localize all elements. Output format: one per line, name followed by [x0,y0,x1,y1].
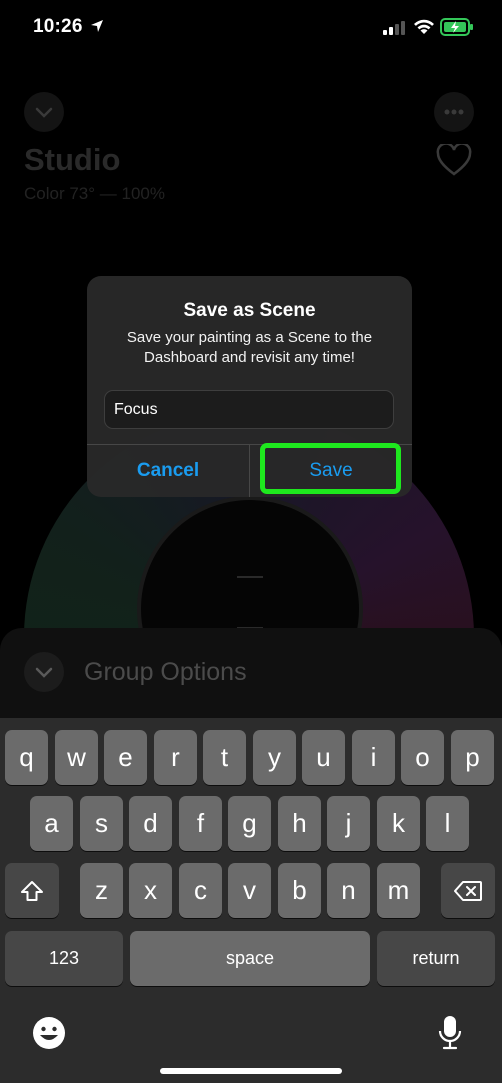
key-f[interactable]: f [179,796,222,851]
key-r[interactable]: r [154,730,197,785]
wifi-icon [414,19,434,34]
group-options-label: Group Options [84,658,247,686]
key-a[interactable]: a [30,796,73,851]
status-time: 10:26 [33,16,83,37]
dialog-title: Save as Scene [183,300,316,321]
location-arrow-icon [91,20,103,32]
numbers-key[interactable]: 123 [5,931,123,986]
group-options-panel[interactable]: Group Options [0,628,502,728]
key-u[interactable]: u [302,730,345,785]
collapse-button[interactable] [24,92,64,132]
key-w[interactable]: w [55,730,98,785]
key-d[interactable]: d [129,796,172,851]
microphone-icon[interactable] [437,1014,463,1052]
heart-icon[interactable] [436,144,472,176]
battery-charging-icon [440,18,473,36]
key-t[interactable]: t [203,730,246,785]
key-j[interactable]: j [327,796,370,851]
knob-mark [237,576,263,578]
home-indicator [160,1068,342,1074]
more-icon [444,109,464,115]
key-y[interactable]: y [253,730,296,785]
key-g[interactable]: g [228,796,271,851]
group-options-toggle[interactable] [24,652,64,692]
cellular-signal-icon [383,21,405,35]
status-bar: 10:26 [0,0,502,56]
key-e[interactable]: e [104,730,147,785]
space-key[interactable]: space [130,931,370,986]
scene-name-input[interactable] [104,390,394,429]
return-key[interactable]: return [377,931,495,986]
key-q[interactable]: q [5,730,48,785]
backspace-icon [454,880,482,901]
save-button-highlight [260,443,401,494]
key-h[interactable]: h [278,796,321,851]
room-title: Studio [24,142,121,177]
key-b[interactable]: b [278,863,321,918]
more-options-button[interactable] [434,92,474,132]
chevron-down-icon [35,667,53,678]
key-z[interactable]: z [80,863,123,918]
key-k[interactable]: k [377,796,420,851]
key-x[interactable]: x [129,863,172,918]
room-subtitle: Color 73° — 100% [24,184,165,203]
keyboard: q w e r t y u i o p a s d f g h j k l z … [0,718,502,1083]
key-i[interactable]: i [352,730,395,785]
cancel-button[interactable]: Cancel [87,445,249,497]
key-n[interactable]: n [327,863,370,918]
key-l[interactable]: l [426,796,469,851]
key-c[interactable]: c [179,863,222,918]
shift-key[interactable] [5,863,59,918]
chevron-down-icon [35,107,53,118]
dialog-message: Save your painting as a Scene to the Das… [126,329,373,366]
key-o[interactable]: o [401,730,444,785]
key-p[interactable]: p [451,730,494,785]
key-s[interactable]: s [80,796,123,851]
emoji-icon[interactable] [32,1016,66,1050]
key-v[interactable]: v [228,863,271,918]
backspace-key[interactable] [441,863,495,918]
shift-icon [21,880,43,901]
key-m[interactable]: m [377,863,420,918]
